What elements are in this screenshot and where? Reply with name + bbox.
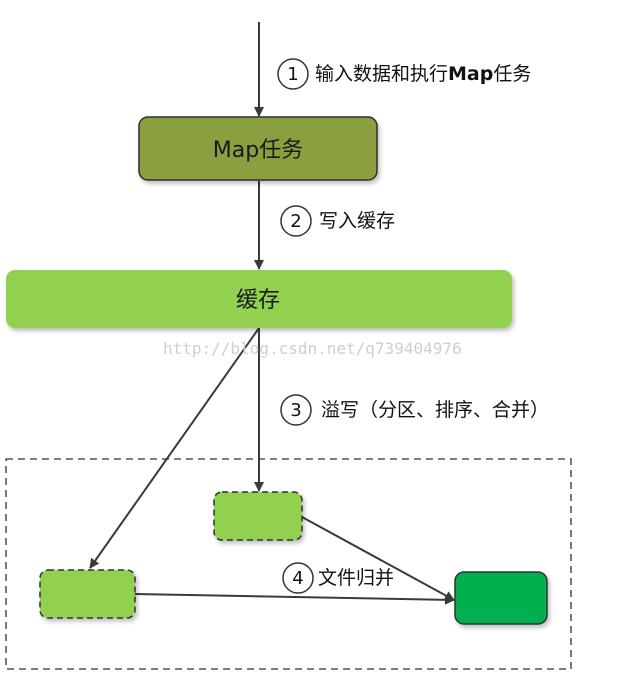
- step-1-bold: Map: [448, 63, 493, 85]
- step-4: 4 文件归并: [282, 562, 394, 594]
- step-1: 1 输入数据和执行Map任务: [277, 58, 531, 90]
- arrow-spill-left-to-output: [134, 593, 455, 605]
- step-3: 3 溢写（分区、排序、合并）: [280, 394, 549, 426]
- step-3-label: 溢写（分区、排序、合并）: [321, 399, 549, 421]
- buffer-label: 缓存: [236, 288, 280, 313]
- step-4-number: 4: [292, 568, 303, 589]
- step-2-label: 写入缓存: [319, 210, 395, 232]
- map-task-label: Map任务: [213, 138, 303, 163]
- step-1-text: 输入数据和执行: [315, 63, 448, 85]
- merged-output-box: [454, 571, 548, 625]
- step-4-label: 文件归并: [318, 567, 394, 589]
- spill-files-container: [5, 458, 572, 670]
- step-1-label: 输入数据和执行Map任务: [315, 63, 531, 85]
- spill-file-left: [39, 569, 136, 619]
- watermark: http://blog.csdn.net/q739404976: [163, 339, 462, 358]
- step-3-number: 3: [290, 400, 301, 421]
- step-1-text-after: 任务: [493, 63, 531, 85]
- mapreduce-shuffle-diagram: Map任务 缓存 1 输入数据和执行Map任务 2 写入缓存 http://bl…: [5, 22, 572, 670]
- step-1-number: 1: [287, 64, 298, 85]
- spill-file-top: [213, 491, 303, 541]
- step-2-number: 2: [290, 211, 301, 232]
- step-2: 2 写入缓存: [280, 205, 395, 237]
